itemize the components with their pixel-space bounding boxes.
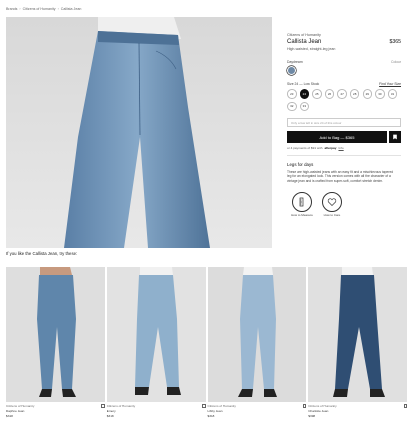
afterpay-text: or 4 payments of $91 with (287, 146, 323, 151)
product-card-price: $318 (6, 414, 13, 418)
product-price: $365 (389, 39, 401, 45)
size-option-selected[interactable]: 24 (299, 89, 310, 99)
breadcrumb-item-brands[interactable]: Brands (6, 7, 17, 11)
jeans-photo (106, 267, 206, 402)
product-card-image[interactable] (106, 267, 206, 402)
product-brand[interactable]: Citizens of Humanity (287, 33, 401, 37)
breadcrumb: Brands › Citizens of Humanity › Callista… (6, 7, 81, 11)
jeans-photo (207, 267, 307, 402)
product-subtitle: High-waisted, straight-leg jean (287, 47, 336, 51)
product-card-brand: Citizens of Humanity (106, 404, 136, 408)
product-card-name[interactable]: Charlotte Jean (308, 409, 336, 413)
wishlist-checkbox[interactable] (101, 404, 105, 408)
afterpay-logo: afterpay (324, 146, 337, 151)
product-card-price: $398 (308, 414, 316, 418)
size-option[interactable]: 29 (362, 89, 373, 99)
product-card-price: $318 (207, 414, 215, 418)
ruler-icon (292, 191, 312, 212)
divider (287, 155, 401, 156)
breadcrumb-separator: › (57, 7, 59, 11)
feature-label: How to Care (323, 212, 341, 217)
description-text: These are high-waisted jeans with an eas… (287, 169, 394, 183)
jeans-photo (308, 267, 407, 402)
stock-notice-field[interactable]: Only a few left in size 24 of this colou… (287, 118, 401, 128)
how-to-measure-link[interactable]: How to Measure (291, 191, 313, 218)
feature-links: How to Measure How to Care (291, 191, 401, 218)
breadcrumb-item-brand[interactable]: Citizens of Humanity (23, 7, 56, 11)
product-card-brand: Citizens of Humanity (308, 404, 337, 408)
breadcrumb-item-product: Callista Jean (60, 7, 82, 11)
product-card-price: $318 (106, 414, 114, 418)
size-option[interactable]: 26 (324, 89, 335, 99)
wishlist-checkbox[interactable] (403, 404, 407, 408)
product-card-name[interactable]: Daphne Jean (6, 409, 34, 413)
care-icon (322, 191, 342, 212)
how-to-care-link[interactable]: How to Care (321, 191, 343, 218)
size-option[interactable]: 28 (349, 89, 360, 99)
afterpay-info: or 4 payments of $91 with afterpay Info (287, 146, 401, 150)
size-guide-link[interactable]: Find Your Size (379, 82, 401, 86)
add-to-bag-button[interactable]: Add to Bag — $365 (287, 131, 387, 144)
product-info-panel: Citizens of Humanity Callista Jean $365 … (287, 33, 401, 217)
size-option[interactable]: 31 (387, 89, 398, 99)
product-card-image[interactable] (308, 267, 407, 402)
feature-label: How to Measure (291, 212, 313, 217)
product-card-name[interactable]: Emery (107, 409, 135, 413)
product-title: Callista Jean (287, 39, 322, 45)
wishlist-button[interactable] (389, 131, 401, 144)
breadcrumb-separator: › (19, 7, 21, 11)
product-card-image[interactable] (207, 267, 307, 402)
size-option[interactable]: 27 (337, 89, 347, 99)
afterpay-info-link[interactable]: Info (338, 146, 343, 150)
color-label: Daydream (287, 60, 303, 64)
product-card[interactable]: Citizens of Humanity Libby Jean $318 (207, 267, 307, 418)
size-option[interactable]: 23 (287, 89, 297, 99)
size-label: Size 24 — Low Stock (287, 82, 320, 86)
size-option[interactable]: 32 (287, 101, 297, 112)
size-selector: 23 24 25 26 27 28 29 30 31 32 33 (287, 89, 401, 112)
bookmark-icon (393, 134, 397, 140)
size-option[interactable]: 30 (375, 89, 385, 99)
product-card[interactable]: Citizens of Humanity Charlotte Jean $398 (308, 267, 407, 418)
jeans-photo (6, 17, 272, 248)
product-card[interactable]: Citizens of Humanity Emery $318 (106, 267, 206, 418)
size-option[interactable]: 33 (299, 101, 310, 112)
recommendations-heading: If you like the Callista Jean, try these… (6, 251, 78, 256)
product-card-brand: Citizens of Humanity (207, 404, 236, 408)
size-option[interactable]: 25 (312, 89, 322, 99)
jeans-photo (6, 267, 105, 402)
wishlist-checkbox[interactable] (202, 404, 206, 408)
product-card-name[interactable]: Libby Jean (208, 409, 236, 413)
wishlist-checkbox[interactable] (302, 404, 307, 408)
product-card-brand: Citizens of Humanity (6, 404, 35, 408)
description-title: Legs for days (287, 161, 314, 167)
product-hero-image[interactable] (6, 17, 272, 248)
product-card-image[interactable] (6, 267, 105, 402)
color-swatch[interactable] (287, 66, 296, 75)
product-card[interactable]: Citizens of Humanity Daphne Jean $318 (6, 267, 105, 418)
recommendations-grid: Citizens of Humanity Daphne Jean $318 Ci… (6, 267, 407, 418)
color-note: Colour (391, 60, 401, 64)
